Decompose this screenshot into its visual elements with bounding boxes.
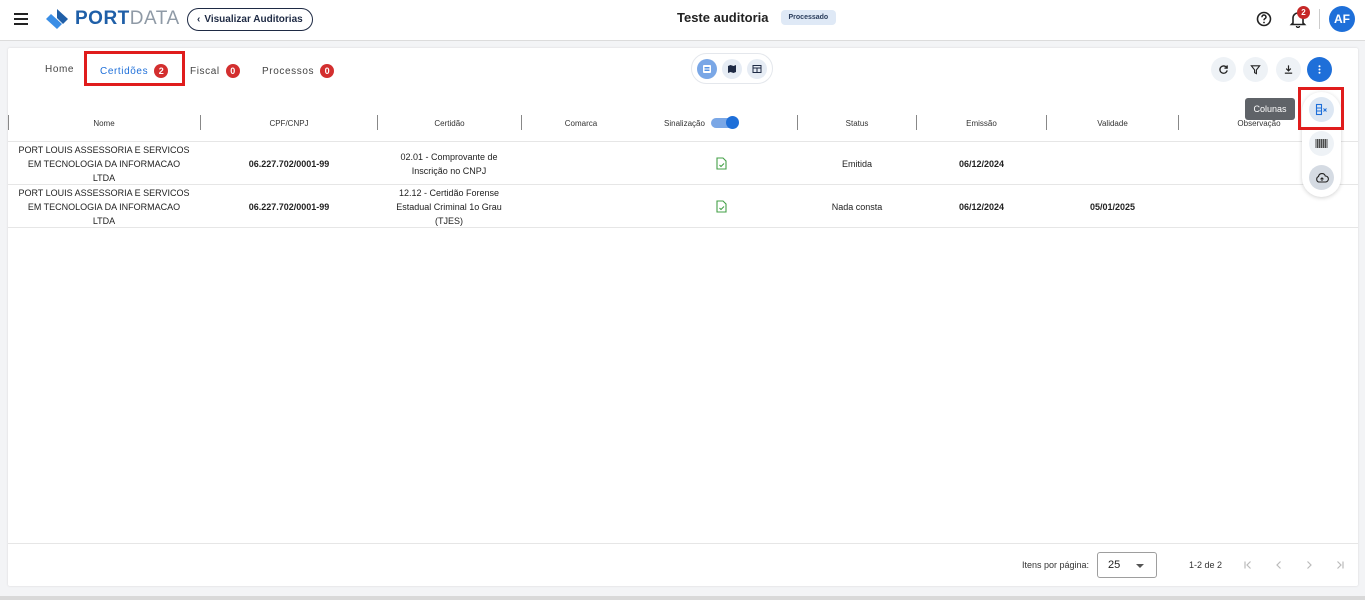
view-mode-toggle <box>691 53 773 84</box>
table-header: Nome CPF/CNPJ Certidão Comarca Sinalizaç… <box>8 112 1358 142</box>
divider <box>1319 9 1320 29</box>
top-bar: PORTDATA ‹ Visualizar Auditorias Teste a… <box>0 0 1365 41</box>
tab-label: Home <box>45 64 75 75</box>
filter-button[interactable] <box>1243 57 1268 82</box>
barcode-icon <box>1315 139 1328 148</box>
more-vertical-icon <box>1318 65 1321 74</box>
help-icon[interactable] <box>1256 11 1272 27</box>
chevron-right-icon <box>1307 561 1312 569</box>
more-options-button[interactable] <box>1307 57 1332 82</box>
paginator: Itens por página: 25 1-2 de 2 <box>8 543 1358 586</box>
portdata-logo[interactable]: PORTDATA <box>45 8 180 30</box>
document-check-icon[interactable] <box>715 200 727 213</box>
last-page-button[interactable] <box>1332 557 1348 573</box>
column-header-cnpj[interactable]: CPF/CNPJ <box>201 112 377 134</box>
column-header-validade[interactable]: Validade <box>1047 112 1178 134</box>
cell-sinalizacao <box>708 185 734 228</box>
download-icon <box>1284 65 1293 74</box>
back-to-audits-button[interactable]: ‹ Visualizar Auditorias <box>187 8 313 31</box>
column-header-emissao[interactable]: Emissão <box>917 112 1046 134</box>
column-header-certidao[interactable]: Certidão <box>378 112 521 134</box>
download-button[interactable] <box>1276 57 1301 82</box>
chevron-left-icon: ‹ <box>197 14 201 25</box>
tab-processos[interactable]: Processos 0 <box>262 64 335 78</box>
cell-emissao: 06/12/2024 <box>958 158 1005 169</box>
logo-icon <box>46 9 68 29</box>
sinalizacao-toggle[interactable] <box>710 116 739 129</box>
tab-home[interactable]: Home <box>45 64 74 75</box>
next-page-button[interactable] <box>1301 557 1317 573</box>
back-button-label: Visualizar Auditorias <box>204 14 303 25</box>
tab-label: Fiscal <box>190 65 220 77</box>
logo-text: PORTDATA <box>75 8 180 29</box>
cell-validade <box>1047 142 1178 185</box>
page-title: Teste auditoria <box>677 10 769 25</box>
last-page-icon <box>1337 561 1344 569</box>
user-avatar[interactable]: AF <box>1329 6 1355 32</box>
map-icon <box>728 64 736 73</box>
refresh-icon <box>1219 65 1228 74</box>
status-badge: Processado <box>780 10 837 25</box>
items-per-page-label: Itens por página: <box>1022 560 1090 570</box>
tab-count-badge: 0 <box>320 64 335 78</box>
previous-page-button[interactable] <box>1271 557 1287 573</box>
cell-nome: PORT LOUIS ASSESSORIA E SERVICOS EM TECN… <box>18 144 190 183</box>
menu-icon[interactable] <box>14 13 28 25</box>
cloud-upload-icon <box>1315 172 1329 183</box>
page-range-label: 1-2 de 2 <box>1189 560 1223 570</box>
first-page-button[interactable] <box>1240 557 1256 573</box>
refresh-button[interactable] <box>1211 57 1236 82</box>
first-page-icon <box>1244 561 1251 569</box>
tab-fiscal[interactable]: Fiscal 0 <box>190 64 240 78</box>
document-check-icon[interactable] <box>715 157 727 170</box>
cell-validade: 05/01/2025 <box>1089 201 1136 212</box>
cell-comarca <box>522 185 640 228</box>
cell-certidao: 02.01 - Comprovante de Inscrição no CNPJ <box>400 151 498 176</box>
notifications-button[interactable]: 2 <box>1289 6 1310 29</box>
cell-sinalizacao <box>708 142 734 185</box>
map-view-button[interactable] <box>722 58 742 79</box>
cloud-upload-button[interactable] <box>1309 165 1334 190</box>
items-per-page-value: 25 <box>1108 559 1121 571</box>
bottom-divider <box>0 596 1365 600</box>
chevron-left-icon <box>1276 561 1281 569</box>
table-view-button[interactable] <box>747 58 767 79</box>
barcode-button[interactable] <box>1309 131 1334 156</box>
highlight-box-certidoes-tab <box>84 51 185 86</box>
list-view-button[interactable] <box>697 58 717 79</box>
tab-label: Processos <box>262 65 315 77</box>
main-card: Home Certidões 2 Fiscal 0 Processos 0 Co… <box>8 48 1358 586</box>
cell-status: Nada consta <box>831 201 883 212</box>
chevron-down-icon <box>1136 564 1144 568</box>
cell-cnpj: 06.227.702/0001-99 <box>248 201 330 212</box>
highlight-box-columns-button <box>1298 87 1344 130</box>
table-icon <box>752 64 762 73</box>
items-per-page-select[interactable]: 25 <box>1097 552 1157 578</box>
cell-status: Emitida <box>841 158 872 169</box>
column-header-status[interactable]: Status <box>798 112 916 134</box>
list-view-icon <box>703 64 711 73</box>
cell-comarca <box>522 142 640 185</box>
sinalizacao-label: Sinalização <box>664 118 705 128</box>
table-row[interactable]: PORT LOUIS ASSESSORIA E SERVICOS EM TECN… <box>8 142 1358 185</box>
filter-icon <box>1250 65 1261 75</box>
column-header-sinalizacao[interactable]: Sinalização <box>664 112 754 134</box>
cell-emissao: 06/12/2024 <box>958 201 1005 212</box>
table-row[interactable]: PORT LOUIS ASSESSORIA E SERVICOS EM TECN… <box>8 185 1358 228</box>
cell-cnpj: 06.227.702/0001-99 <box>248 158 330 169</box>
column-header-nome[interactable]: Nome <box>8 112 200 134</box>
column-header-comarca[interactable]: Comarca <box>522 112 640 134</box>
notification-count-badge: 2 <box>1297 6 1310 19</box>
tab-count-badge: 0 <box>225 64 240 78</box>
cell-nome: PORT LOUIS ASSESSORIA E SERVICOS EM TECN… <box>18 187 190 226</box>
cell-certidao: 12.12 - Certidão Forense Estadual Crimin… <box>396 187 502 226</box>
